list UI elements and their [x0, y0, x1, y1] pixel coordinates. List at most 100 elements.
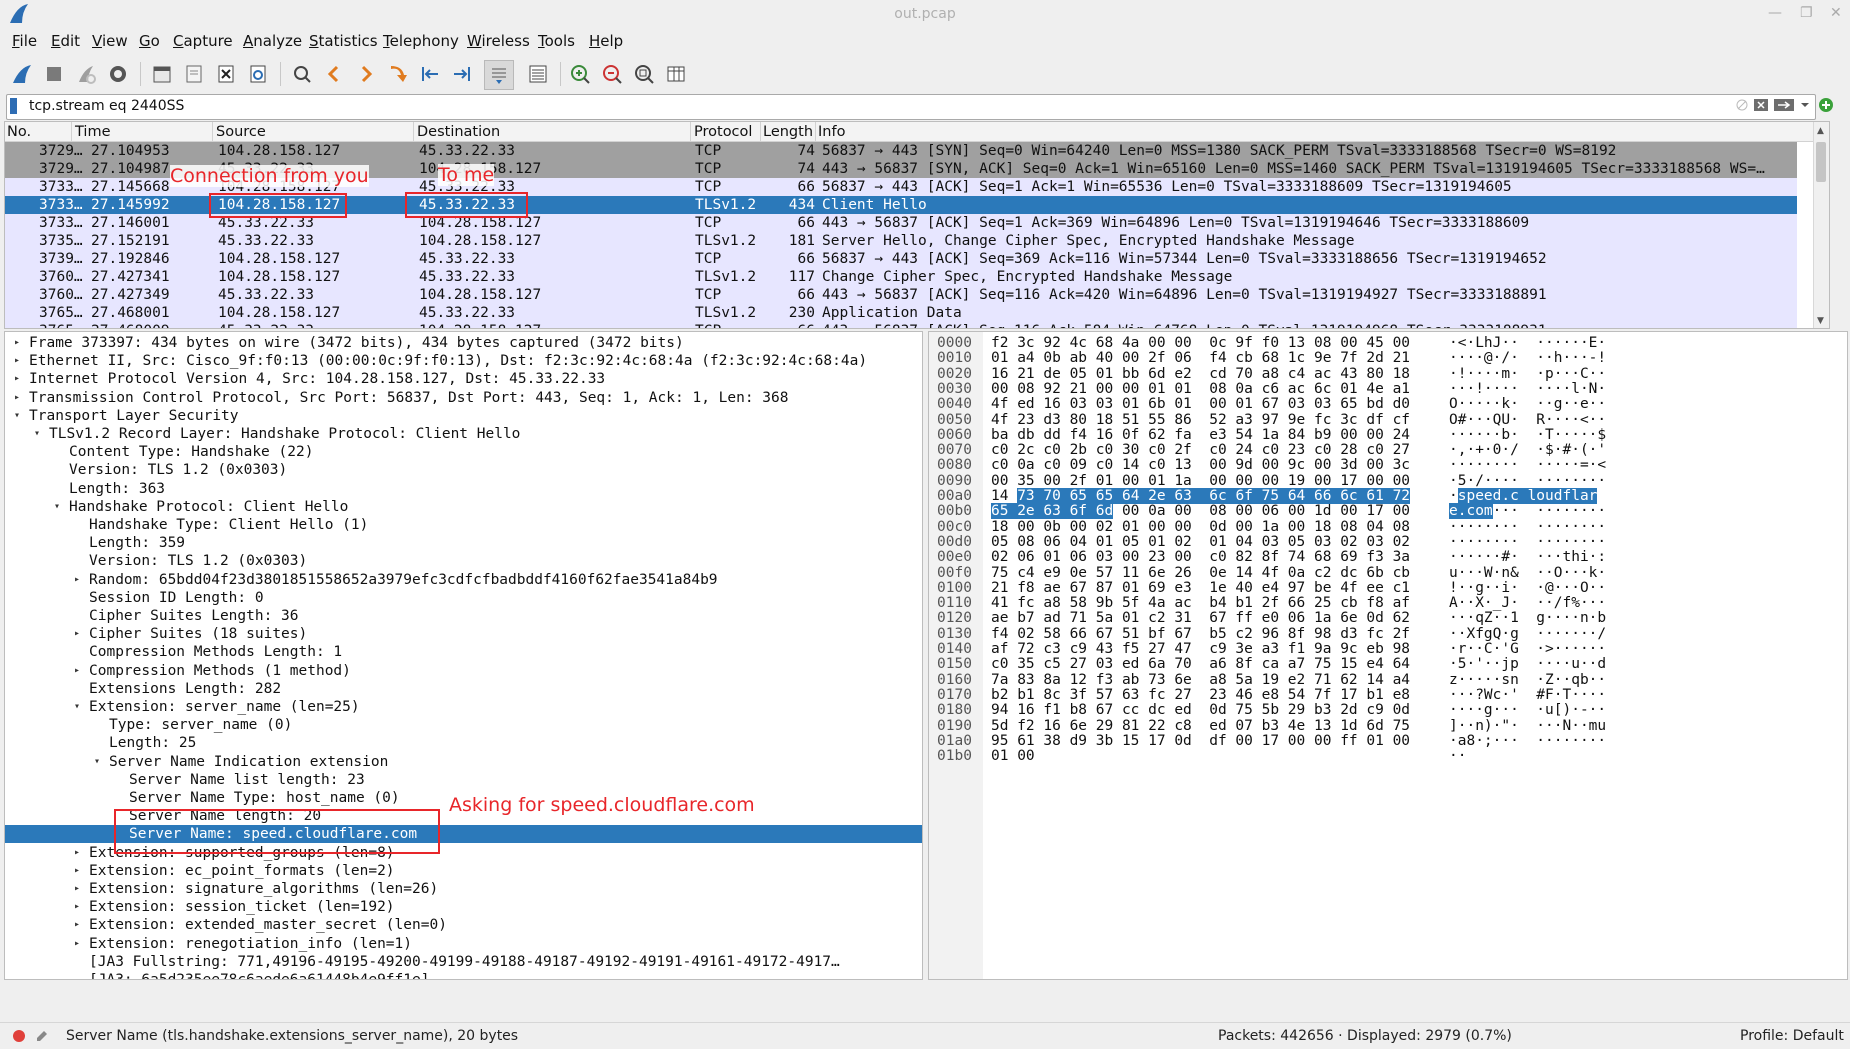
column-no[interactable]: No.: [7, 124, 31, 140]
tree-item[interactable]: Length: 359: [5, 534, 922, 552]
expand-arrow-down-icon[interactable]: ▾: [11, 407, 23, 425]
expand-arrow-down-icon[interactable]: ▾: [91, 753, 103, 771]
menu-tools[interactable]: Tools: [538, 32, 575, 50]
edit-comment-icon[interactable]: [34, 1028, 50, 1044]
resize-columns-icon[interactable]: [662, 60, 690, 88]
tree-item[interactable]: ▸ Internet Protocol Version 4, Src: 104.2…: [5, 370, 922, 388]
tree-item[interactable]: ▸ Ethernet II, Src: Cisco_9f:f0:13 (00:00…: [5, 352, 922, 370]
expert-info-icon[interactable]: [12, 1029, 26, 1043]
tree-item[interactable]: ▾ Extension: server_name (len=25): [5, 698, 922, 716]
tree-item[interactable]: Length: 363: [5, 480, 922, 498]
tree-item[interactable]: Version: TLS 1.2 (0x0303): [5, 552, 922, 570]
menu-help[interactable]: Help: [589, 32, 623, 50]
stop-capture-icon[interactable]: [40, 60, 68, 88]
tree-item[interactable]: [JA3: 6a5d235ee78c6aede6a61448b4e9ff1e]: [5, 971, 922, 979]
packet-row[interactable]: 3760… 27.427341 104.28.158.127 45.33.22.33 T…: [5, 268, 1797, 286]
reload-file-icon[interactable]: [244, 60, 272, 88]
tree-item[interactable]: ▸ Transmission Control Protocol, Src Port…: [5, 389, 922, 407]
go-last-icon[interactable]: [448, 60, 476, 88]
expand-arrow-right-icon[interactable]: ▸: [71, 571, 83, 589]
tree-item[interactable]: Content Type: Handshake (22): [5, 443, 922, 461]
filter-history-dropdown-icon[interactable]: [1799, 97, 1811, 113]
save-file-icon[interactable]: [180, 60, 208, 88]
tree-item[interactable]: Handshake Type: Client Hello (1): [5, 516, 922, 534]
expand-arrow-down-icon[interactable]: ▾: [71, 698, 83, 716]
expand-arrow-right-icon[interactable]: ▸: [71, 844, 83, 862]
expand-arrow-right-icon[interactable]: ▸: [71, 862, 83, 880]
zoom-in-icon[interactable]: [566, 60, 594, 88]
column-info[interactable]: Info: [818, 124, 845, 140]
tree-item[interactable]: Compression Methods Length: 1: [5, 643, 922, 661]
expand-arrow-right-icon[interactable]: ▸: [71, 935, 83, 953]
display-filter-input[interactable]: [29, 96, 1729, 116]
tree-item[interactable]: Session ID Length: 0: [5, 589, 922, 607]
packet-row[interactable]: 3729… 27.104953 104.28.158.127 45.33.22.33 T…: [5, 142, 1797, 160]
tree-item[interactable]: ▸ Frame 373397: 434 bytes on wire (3472 b…: [5, 334, 922, 352]
menu-wireless[interactable]: Wireless: [467, 32, 530, 50]
apply-filter-icon[interactable]: [1773, 97, 1795, 113]
expand-arrow-right-icon[interactable]: ▸: [11, 370, 23, 388]
go-forward-icon[interactable]: [352, 60, 380, 88]
menu-statistics[interactable]: Statistics: [309, 32, 378, 50]
go-first-icon[interactable]: [416, 60, 444, 88]
expand-arrow-down-icon[interactable]: ▾: [31, 425, 43, 443]
column-source[interactable]: Source: [216, 124, 266, 140]
tree-item[interactable]: Server Name list length: 23: [5, 771, 922, 789]
auto-scroll-icon[interactable]: [484, 60, 514, 90]
tree-item[interactable]: ▾ TLSv1.2 Record Layer: Handshake Protoco…: [5, 425, 922, 443]
tree-item[interactable]: Version: TLS 1.2 (0x0303): [5, 461, 922, 479]
expand-arrow-right-icon[interactable]: ▸: [71, 916, 83, 934]
expand-arrow-right-icon[interactable]: ▸: [71, 898, 83, 916]
add-filter-button-icon[interactable]: [1818, 97, 1834, 113]
hex-row[interactable]: 01b0 01 00 ··: [929, 747, 1847, 765]
capture-options-icon[interactable]: [104, 60, 132, 88]
expand-arrow-right-icon[interactable]: ▸: [71, 662, 83, 680]
status-profile[interactable]: Profile: Default: [1740, 1028, 1844, 1044]
tree-item[interactable]: ▸ Extension: ec_point_formats (len=2): [5, 862, 922, 880]
tree-item[interactable]: ▸ Random: 65bdd04f23d3801851558652a3979ef…: [5, 571, 922, 589]
minimize-icon[interactable]: —: [1768, 5, 1782, 21]
packet-row[interactable]: 3765… 27.468009 45.33.22.33 104.28.158.127 T…: [5, 322, 1797, 328]
menu-file[interactable]: File: [12, 32, 37, 50]
tree-item[interactable]: ▸ Cipher Suites (18 suites): [5, 625, 922, 643]
filter-bookmark-icon[interactable]: [10, 98, 17, 114]
tree-item[interactable]: ▾ Handshake Protocol: Client Hello: [5, 498, 922, 516]
tree-item[interactable]: ▸ Compression Methods (1 method): [5, 662, 922, 680]
close-window-icon[interactable]: ✕: [1830, 5, 1842, 21]
menu-go[interactable]: Go: [139, 32, 160, 50]
expand-arrow-right-icon[interactable]: ▸: [11, 389, 23, 407]
close-file-icon[interactable]: [212, 60, 240, 88]
tree-item[interactable]: Type: server_name (0): [5, 716, 922, 734]
packet-row[interactable]: 3735… 27.152191 45.33.22.33 104.28.158.127 T…: [5, 232, 1797, 250]
menu-edit[interactable]: Edit: [51, 32, 80, 50]
menu-telephony[interactable]: Telephony: [383, 32, 459, 50]
tree-item[interactable]: [JA3 Fullstring: 771,49196-49195-49200-4…: [5, 953, 922, 971]
menu-view[interactable]: View: [92, 32, 128, 50]
column-protocol[interactable]: Protocol: [694, 124, 752, 140]
packet-list-scrollbar[interactable]: ▲ ▼: [1813, 122, 1829, 328]
tree-item[interactable]: ▸ Extension: renegotiation_info (len=1): [5, 935, 922, 953]
maximize-icon[interactable]: ❐: [1800, 5, 1813, 21]
tree-item[interactable]: ▸ Extension: session_ticket (len=192): [5, 898, 922, 916]
packet-row[interactable]: 3739… 27.192846 104.28.158.127 45.33.22.33 T…: [5, 250, 1797, 268]
find-packet-icon[interactable]: [288, 60, 316, 88]
packet-row[interactable]: 3760… 27.427349 45.33.22.33 104.28.158.127 T…: [5, 286, 1797, 304]
tree-item[interactable]: ▾ Server Name Indication extension: [5, 753, 922, 771]
packet-row[interactable]: 3765… 27.468001 104.28.158.127 45.33.22.33 T…: [5, 304, 1797, 322]
tree-item[interactable]: Extensions Length: 282: [5, 680, 922, 698]
tree-item[interactable]: Cipher Suites Length: 36: [5, 607, 922, 625]
restart-capture-icon[interactable]: [72, 60, 100, 88]
tree-item[interactable]: ▸ Extension: extended_master_secret (len=…: [5, 916, 922, 934]
colorize-icon[interactable]: [524, 60, 552, 88]
expand-arrow-down-icon[interactable]: ▾: [51, 498, 63, 516]
tree-item[interactable]: Length: 25: [5, 734, 922, 752]
column-length[interactable]: Length: [763, 124, 813, 140]
column-destination[interactable]: Destination: [417, 124, 500, 140]
shark-fin-start-icon[interactable]: [8, 60, 36, 88]
expand-arrow-right-icon[interactable]: ▸: [11, 352, 23, 370]
zoom-out-icon[interactable]: [598, 60, 626, 88]
open-file-icon[interactable]: [148, 60, 176, 88]
expand-arrow-right-icon[interactable]: ▸: [71, 625, 83, 643]
tree-item[interactable]: ▾ Transport Layer Security: [5, 407, 922, 425]
zoom-reset-icon[interactable]: [630, 60, 658, 88]
